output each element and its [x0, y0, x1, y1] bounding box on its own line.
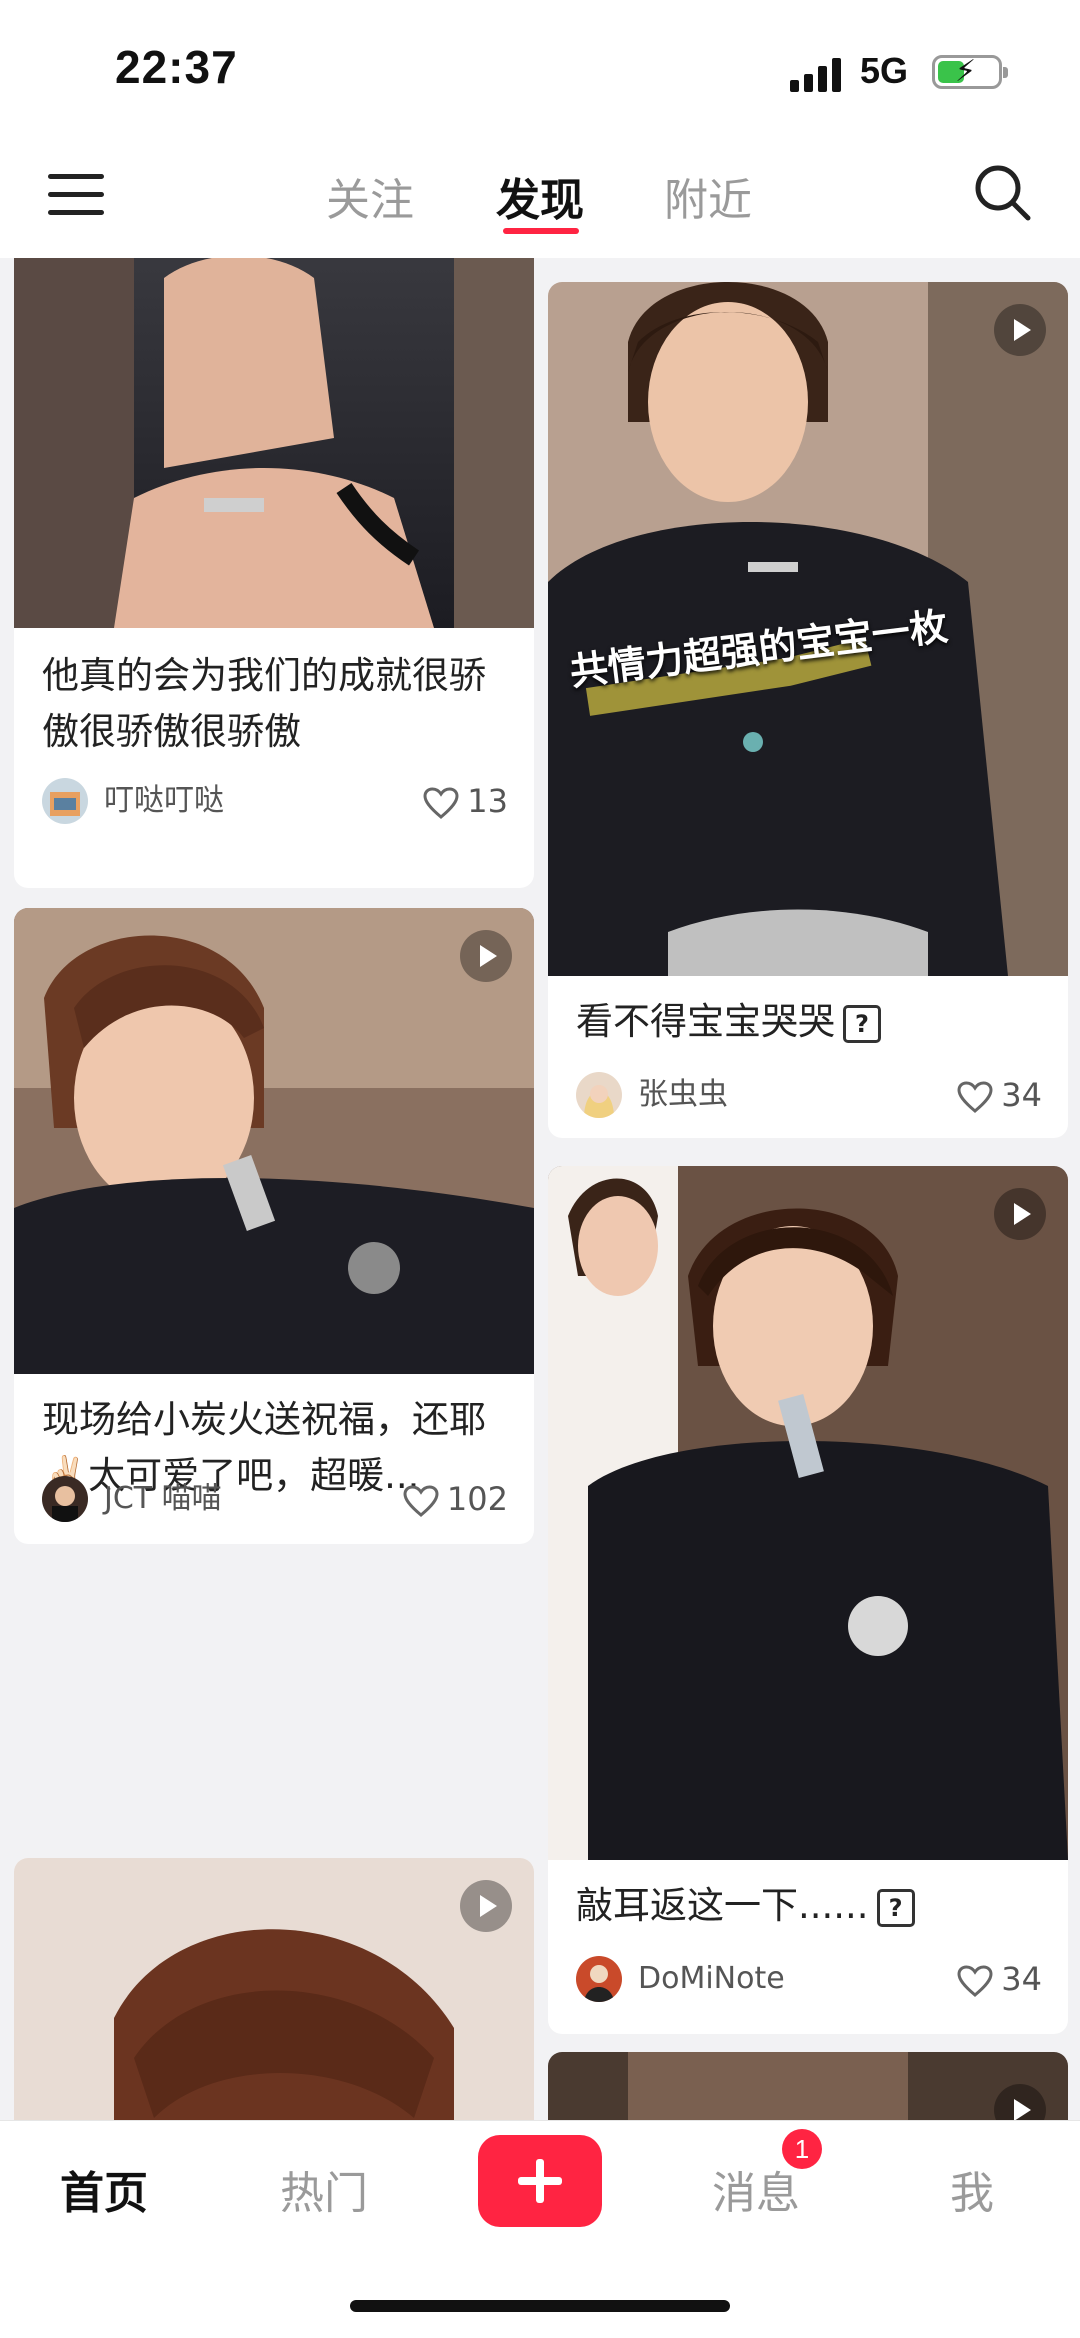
status-bar: 22:37 5G ⚡ — [0, 0, 1080, 140]
note-cover-image — [548, 2052, 1068, 2120]
tab-discover[interactable]: 发现 — [496, 164, 584, 228]
battery-charging-icon: ⚡ — [932, 55, 1008, 89]
like-button[interactable]: 34 — [957, 1072, 1042, 1118]
active-tab-indicator — [503, 228, 579, 234]
note-title: 他真的会为我们的成就很骄傲很骄傲很骄傲 — [42, 654, 486, 753]
author-avatar[interactable] — [576, 1956, 622, 2002]
tab-home[interactable]: 首页 — [60, 2157, 148, 2221]
note-card[interactable]: 共情力超强的宝宝一枚 看不得宝宝哭哭? 张虫虫 34 — [548, 282, 1068, 1138]
note-title: 看不得宝宝哭哭? — [576, 994, 1042, 1050]
messages-badge: 1 — [782, 2129, 822, 2169]
note-card[interactable] — [14, 1858, 534, 2120]
author-name[interactable]: JCT 喵喵 — [104, 1476, 222, 1522]
tab-nearby[interactable]: 附近 — [664, 164, 752, 228]
search-icon[interactable] — [972, 162, 1032, 222]
heart-icon — [403, 1485, 439, 1517]
author-avatar[interactable] — [42, 1476, 88, 1522]
heart-icon — [423, 787, 459, 819]
like-count: 102 — [446, 1480, 508, 1518]
author-avatar[interactable] — [42, 778, 88, 824]
unknown-emoji-icon: ? — [843, 1004, 881, 1043]
like-count: 34 — [1001, 1960, 1042, 1998]
status-time: 22:37 — [115, 41, 238, 93]
video-play-icon — [994, 1188, 1046, 1240]
like-button[interactable]: 13 — [423, 778, 508, 824]
like-button[interactable]: 34 — [957, 1956, 1042, 2002]
heart-icon — [957, 1965, 993, 1997]
note-title: 敲耳返这一下......? — [576, 1878, 1042, 1934]
top-navigation: 关注 发现 附近 — [0, 140, 1080, 258]
cellular-signal-icon — [790, 58, 842, 92]
video-play-icon — [460, 930, 512, 982]
note-cover-image: 共情力超强的宝宝一枚 — [548, 282, 1068, 976]
note-card[interactable]: 敲耳返这一下......? DoMiNote 34 — [548, 1166, 1068, 2034]
note-cover-image — [14, 1858, 534, 2120]
tab-trending[interactable]: 热门 — [280, 2157, 368, 2221]
author-avatar[interactable] — [576, 1072, 622, 1118]
note-card[interactable] — [548, 2052, 1068, 2120]
like-count: 34 — [1001, 1076, 1042, 1114]
note-cover-image — [548, 1166, 1068, 1860]
author-name[interactable]: DoMiNote — [638, 1956, 785, 2002]
author-name[interactable]: 叮哒叮哒 — [104, 778, 224, 824]
network-type: 5G — [860, 50, 909, 91]
tab-following[interactable]: 关注 — [326, 164, 414, 228]
like-button[interactable]: 102 — [403, 1476, 508, 1522]
video-play-icon — [994, 304, 1046, 356]
note-cover-image — [14, 258, 534, 628]
tab-me[interactable]: 我 — [950, 2157, 994, 2221]
note-card[interactable]: 现场给小炭火送祝福，还耶✌🏻太可爱了吧，超暖... JCT 喵喵 102 — [14, 908, 534, 1544]
discover-feed[interactable]: 他真的会为我们的成就很骄傲很骄傲很骄傲 叮哒叮哒 13 现场给小炭火送祝福，还耶… — [0, 258, 1080, 2120]
menu-icon[interactable] — [48, 170, 104, 218]
like-count: 13 — [467, 782, 508, 820]
create-post-button[interactable] — [478, 2135, 602, 2227]
tab-messages[interactable]: 消息 — [712, 2157, 800, 2221]
home-indicator — [350, 2300, 730, 2312]
note-card[interactable]: 他真的会为我们的成就很骄傲很骄傲很骄傲 叮哒叮哒 13 — [14, 258, 534, 888]
video-play-icon — [460, 1880, 512, 1932]
note-cover-image — [14, 908, 534, 1374]
author-name[interactable]: 张虫虫 — [638, 1072, 728, 1118]
heart-icon — [957, 1081, 993, 1113]
unknown-emoji-icon: ? — [876, 1888, 915, 1927]
